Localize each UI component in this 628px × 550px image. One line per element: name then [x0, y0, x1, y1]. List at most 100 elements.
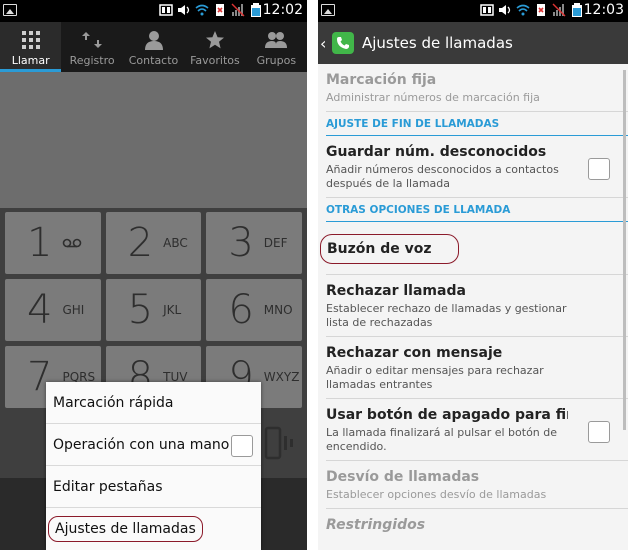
options-menu: Marcación rápida Operación con una mano …: [46, 382, 261, 550]
key-letters: GHI: [62, 303, 85, 317]
key-number: 3: [228, 220, 254, 266]
keypad-icon: [20, 29, 42, 51]
tab-registro[interactable]: Registro: [61, 22, 122, 72]
menu-item-label: Operación con una mano: [53, 436, 230, 453]
setting-title: Restringidos: [326, 517, 426, 533]
status-bar: 12:02: [0, 0, 307, 22]
dialer-tabs: Llamar Registro Contacto Favoritos Grupo…: [0, 22, 307, 72]
key-number: 5: [127, 287, 154, 333]
settings-header: ‹ Ajustes de llamadas: [318, 22, 628, 64]
setting-power-end-call[interactable]: Usar botón de apagado para finaliz La ll…: [326, 399, 628, 461]
dialer-screen: 12:02 Llamar Registro Contacto Favoritos…: [0, 0, 307, 550]
call-log-icon: [81, 29, 103, 51]
signal-icon: [231, 3, 245, 17]
page-title: Ajustes de llamadas: [362, 34, 513, 52]
setting-title: Buzón de voz: [320, 234, 459, 264]
key-1[interactable]: 1: [5, 212, 101, 274]
tab-contacto[interactable]: Contacto: [123, 22, 184, 72]
setting-fixed-dialing[interactable]: Marcación fija Administrar números de ma…: [326, 64, 628, 112]
phone-app-icon[interactable]: [332, 32, 354, 54]
tab-label: Llamar: [11, 54, 50, 67]
setting-reject-call[interactable]: Rechazar llamada Establecer rechazo de l…: [326, 275, 628, 337]
setting-voicemail[interactable]: Buzón de voz: [320, 222, 628, 275]
key-6[interactable]: 6 MNO: [206, 279, 303, 341]
menu-item-edit-tabs[interactable]: Editar pestañas: [46, 466, 261, 508]
setting-subtitle: Administrar números de marcación fija: [326, 91, 540, 104]
key-letters: DEF: [263, 236, 288, 250]
section-header-other-options: OTRAS OPCIONES DE LLAMADA: [326, 198, 628, 222]
setting-title: Guardar núm. desconocidos: [326, 144, 547, 160]
key-number: 6: [228, 287, 254, 333]
save-unknown-checkbox[interactable]: [588, 158, 610, 180]
tab-llamar[interactable]: Llamar: [0, 22, 62, 72]
tab-favoritos[interactable]: Favoritos: [184, 22, 245, 72]
one-hand-checkbox[interactable]: [231, 435, 253, 457]
gallery-notification-icon: [321, 4, 335, 16]
menu-item-label: Ajustes de llamadas: [48, 516, 203, 542]
setting-title: Marcación fija: [326, 72, 437, 88]
tab-label: Favoritos: [190, 54, 240, 67]
menu-item-label: Marcación rápida: [53, 394, 174, 411]
setting-subtitle: Añadir o editar mensajes para rechazar l…: [326, 364, 544, 391]
back-chevron-icon[interactable]: ‹: [320, 34, 332, 53]
key-letters: ABC: [163, 236, 188, 250]
status-bar: 12:03: [318, 0, 628, 22]
power-end-checkbox[interactable]: [588, 421, 610, 443]
menu-item-one-hand[interactable]: Operación con una mano: [46, 424, 261, 466]
one-hand-phone-icon: [264, 426, 293, 460]
key-4[interactable]: 4 GHI: [5, 279, 101, 341]
tab-grupos[interactable]: Grupos: [246, 22, 307, 72]
menu-item-speed-dial[interactable]: Marcación rápida: [46, 382, 261, 424]
tab-label: Grupos: [256, 54, 297, 67]
status-clock: 12:02: [262, 2, 303, 18]
setting-subtitle: Establecer opciones desvío de llamadas: [326, 488, 547, 501]
wifi-icon: [516, 4, 530, 16]
section-header-end-call: AJUSTE DE FIN DE LLAMADAS: [326, 112, 628, 136]
tab-label: Contacto: [128, 54, 179, 67]
setting-title: Desvío de llamadas: [326, 469, 480, 485]
no-sim-icon: [537, 4, 545, 16]
setting-title: Rechazar con mensaje: [326, 345, 503, 361]
scrollbar[interactable]: [623, 70, 626, 430]
wifi-icon: [195, 4, 209, 16]
setting-title: Usar botón de apagado para finaliz: [326, 407, 568, 423]
setting-restricted[interactable]: Restringidos: [326, 509, 628, 539]
volume-icon: [178, 5, 190, 15]
key-2[interactable]: 2 ABC: [105, 212, 202, 274]
key-letters: JKL: [163, 303, 182, 317]
number-display[interactable]: [0, 72, 307, 208]
dialpad-row: 1 2 ABC 3 DEF: [5, 212, 303, 274]
menu-item-call-settings[interactable]: Ajustes de llamadas: [46, 508, 261, 550]
settings-list: Marcación fija Administrar números de ma…: [318, 64, 628, 539]
setting-subtitle: La llamada finalizará al pulsar el botón…: [326, 426, 558, 453]
no-sim-icon: [216, 4, 224, 16]
battery-icon: [251, 3, 261, 17]
key-3[interactable]: 3 DEF: [206, 212, 303, 274]
key-number: 1: [27, 220, 53, 266]
setting-reject-with-message[interactable]: Rechazar con mensaje Añadir o editar men…: [326, 337, 628, 399]
setting-save-unknown[interactable]: Guardar núm. desconocidos Añadir números…: [326, 136, 628, 198]
nfc-icon: [480, 4, 494, 16]
battery-icon: [572, 3, 582, 17]
key-number: 4: [27, 287, 53, 333]
star-icon: [204, 29, 226, 51]
status-icons: [159, 3, 263, 17]
volume-icon: [499, 5, 511, 15]
setting-subtitle: Añadir números desconocidos a contactos …: [326, 163, 559, 190]
setting-title: Rechazar llamada: [326, 283, 466, 299]
dialpad-row: 4 GHI 5 JKL 6 MNO: [5, 279, 303, 341]
menu-item-label: Editar pestañas: [53, 478, 163, 495]
gallery-notification-icon: [3, 4, 17, 16]
setting-subtitle: Establecer rechazo de llamadas y gestion…: [326, 302, 567, 329]
voicemail-icon: [63, 238, 82, 248]
key-letters: MNO: [263, 303, 293, 317]
setting-call-forwarding[interactable]: Desvío de llamadas Establecer opciones d…: [326, 461, 628, 509]
tab-label: Registro: [69, 54, 115, 67]
screenshot-stage: 12:02 Llamar Registro Contacto Favoritos…: [0, 0, 628, 550]
nfc-icon: [159, 4, 173, 16]
key-5[interactable]: 5 JKL: [105, 279, 202, 341]
contact-icon: [143, 29, 165, 51]
signal-icon: [552, 3, 566, 17]
panel-divider: [307, 0, 318, 550]
key-letters: WXYZ: [263, 370, 300, 384]
